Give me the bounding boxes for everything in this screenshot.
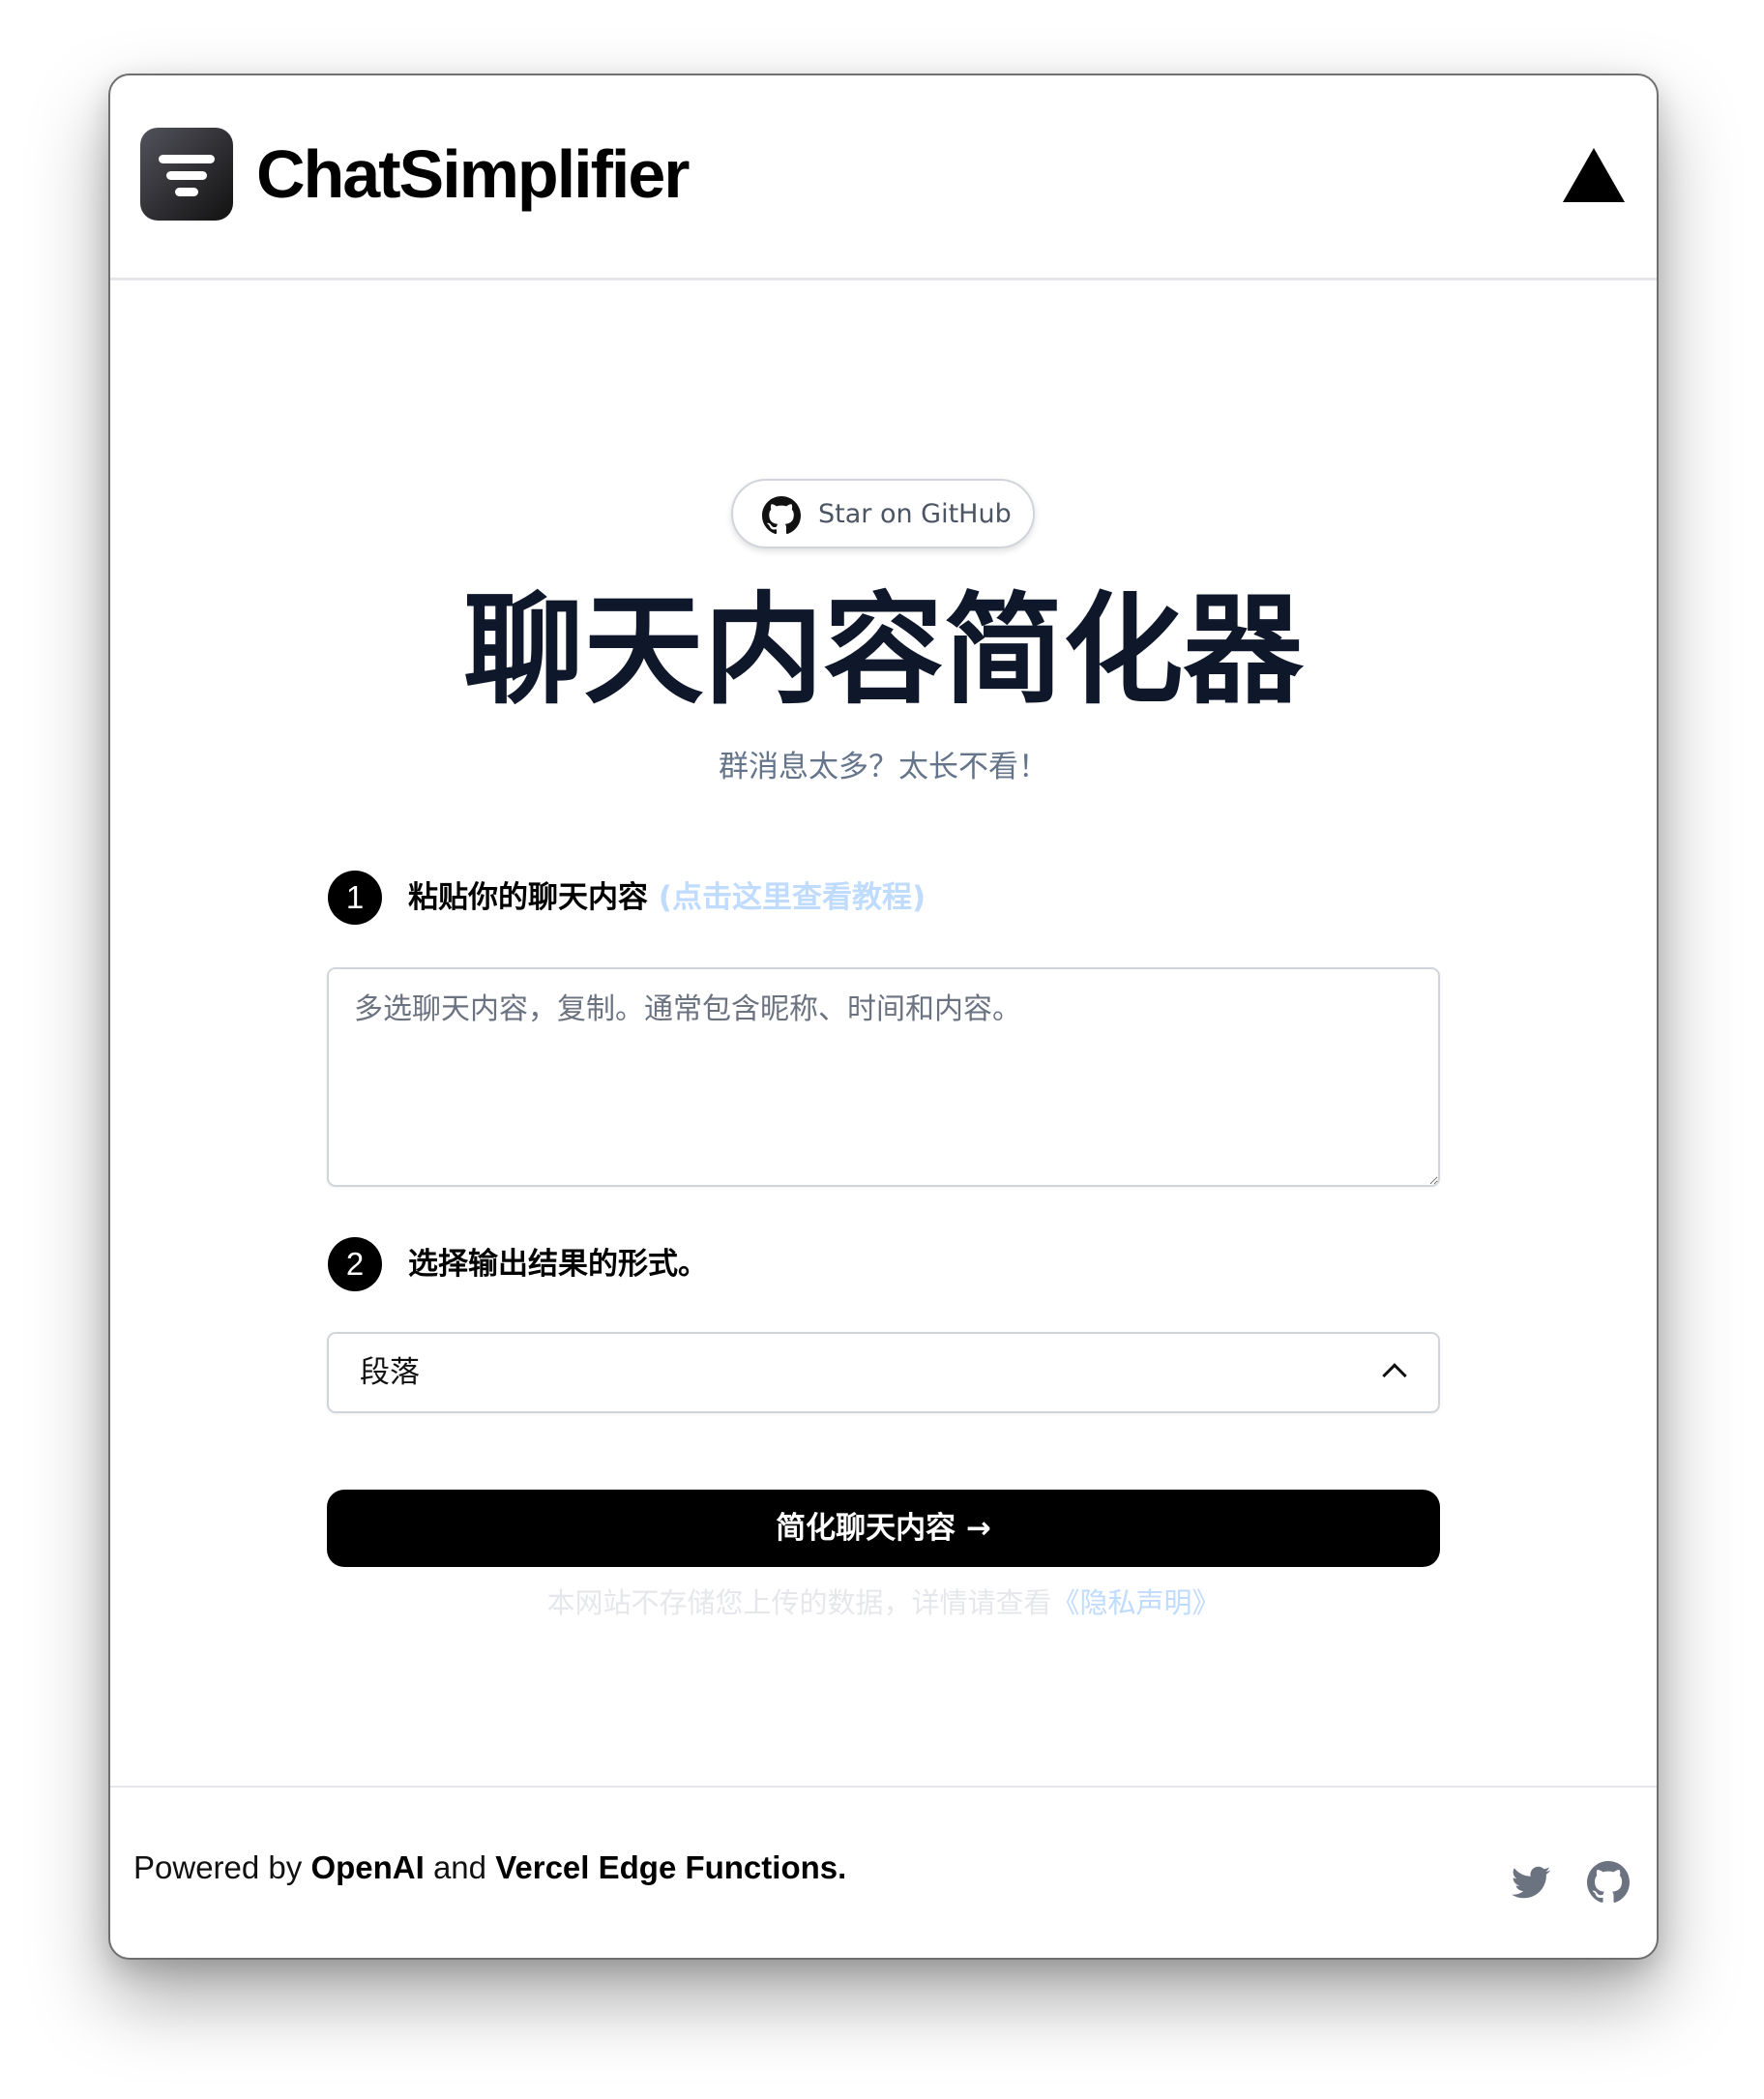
step-1-badge: 1: [328, 871, 382, 925]
simplify-button[interactable]: 简化聊天内容 →: [327, 1490, 1440, 1567]
and-text: and: [432, 1849, 487, 1885]
app-window: ChatSimplifier Star on GitHub 聊天内容简化器 群消…: [108, 74, 1659, 1960]
logo-icon[interactable]: [140, 128, 233, 221]
github-button-label: Star on GitHub: [818, 499, 1012, 529]
step-2-label: 选择输出结果的形式。: [408, 1247, 708, 1282]
site-footer: Powered by OpenAI and Vercel Edge Functi…: [110, 1786, 1657, 1958]
tutorial-link[interactable]: (点击这里查看教程): [659, 880, 926, 915]
star-on-github-button[interactable]: Star on GitHub: [731, 479, 1035, 548]
chevron-up-icon: [1382, 1363, 1407, 1388]
output-format-select[interactable]: 段落: [327, 1332, 1440, 1413]
page-title: 聊天内容简化器: [463, 581, 1304, 721]
github-icon[interactable]: [1587, 1861, 1630, 1904]
openai-link[interactable]: OpenAI: [310, 1849, 424, 1885]
github-icon: [762, 496, 801, 535]
privacy-policy-link[interactable]: 《隐私声明》: [1052, 1586, 1220, 1619]
chat-content-input[interactable]: [327, 967, 1440, 1187]
twitter-icon[interactable]: [1511, 1863, 1551, 1902]
vercel-link[interactable]: Vercel Edge Functions.: [495, 1849, 846, 1885]
footer-credits: Powered by OpenAI and Vercel Edge Functi…: [133, 1846, 846, 1890]
privacy-note: 本网站不存储您上传的数据，详情请查看《隐私声明》: [110, 1582, 1657, 1624]
vercel-triangle-icon[interactable]: [1563, 148, 1625, 202]
step-1-text: 粘贴你的聊天内容: [408, 880, 648, 915]
brand-name[interactable]: ChatSimplifier: [256, 126, 691, 222]
output-format-value: 段落: [360, 1355, 420, 1390]
step-1-label: 粘贴你的聊天内容 (点击这里查看教程): [408, 874, 926, 921]
powered-by-text: Powered by: [133, 1849, 303, 1885]
privacy-text: 本网站不存储您上传的数据，详情请查看: [546, 1586, 1052, 1619]
step-2-badge: 2: [328, 1237, 382, 1291]
site-header: ChatSimplifier: [110, 75, 1657, 281]
page-subtitle: 群消息太多？太长不看！: [719, 750, 1048, 784]
